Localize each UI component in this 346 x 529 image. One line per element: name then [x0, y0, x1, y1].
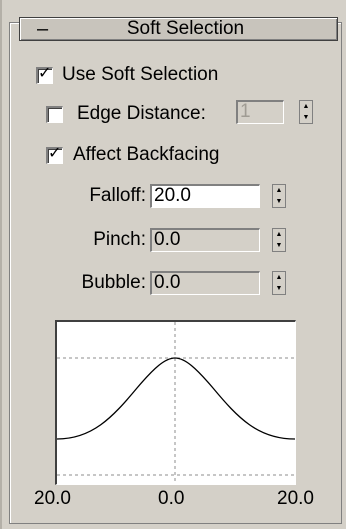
falloff-label: Falloff:	[89, 185, 146, 206]
down-arrow-icon[interactable]: ▼	[273, 196, 285, 207]
pinch-label: Pinch:	[93, 229, 146, 250]
check-icon: ✓	[38, 64, 52, 82]
up-arrow-icon[interactable]: ▲	[273, 272, 285, 283]
graph-right-label: 20.0	[277, 488, 314, 509]
edge-distance-input[interactable]: 1	[236, 100, 284, 124]
use-soft-selection-label: Use Soft Selection	[62, 64, 219, 85]
up-arrow-icon[interactable]: ▲	[300, 101, 312, 112]
up-arrow-icon[interactable]: ▲	[273, 229, 285, 240]
graph-center-label: 0.0	[158, 488, 185, 509]
rollout-header[interactable]: – Soft Selection	[19, 17, 338, 41]
panel-edge	[0, 0, 2, 529]
affect-backfacing-label: Affect Backfacing	[73, 144, 220, 165]
edge-distance-spinner[interactable]: ▲ ▼	[299, 100, 313, 124]
falloff-spinner[interactable]: ▲ ▼	[272, 184, 286, 208]
falloff-curve-graph	[55, 320, 296, 485]
falloff-curve	[57, 357, 295, 440]
edge-distance-label: Edge Distance:	[77, 103, 206, 124]
bubble-label: Bubble:	[81, 272, 146, 293]
falloff-curve-svg	[57, 322, 295, 484]
pinch-spinner[interactable]: ▲ ▼	[272, 228, 286, 252]
down-arrow-icon[interactable]: ▼	[300, 112, 312, 123]
up-arrow-icon[interactable]: ▲	[273, 185, 285, 196]
edge-distance-row[interactable]: Edge Distance:	[46, 104, 206, 124]
bubble-input[interactable]: 0.0	[150, 271, 260, 295]
falloff-input[interactable]: 20.0	[150, 184, 260, 208]
bubble-spinner[interactable]: ▲ ▼	[272, 271, 286, 295]
affect-backfacing-checkbox[interactable]: ✓	[46, 144, 63, 164]
down-arrow-icon[interactable]: ▼	[273, 240, 285, 251]
use-soft-selection-row[interactable]: ✓ Use Soft Selection	[36, 65, 218, 85]
down-arrow-icon[interactable]: ▼	[273, 283, 285, 294]
check-icon: ✓	[48, 144, 62, 162]
affect-backfacing-row[interactable]: ✓ Affect Backfacing	[46, 145, 219, 165]
rollout-title: Soft Selection	[126, 18, 245, 39]
graph-left-label: 20.0	[34, 488, 71, 509]
use-soft-selection-checkbox[interactable]: ✓	[36, 64, 53, 84]
edge-distance-checkbox[interactable]	[46, 105, 63, 123]
pinch-input[interactable]: 0.0	[150, 228, 260, 252]
